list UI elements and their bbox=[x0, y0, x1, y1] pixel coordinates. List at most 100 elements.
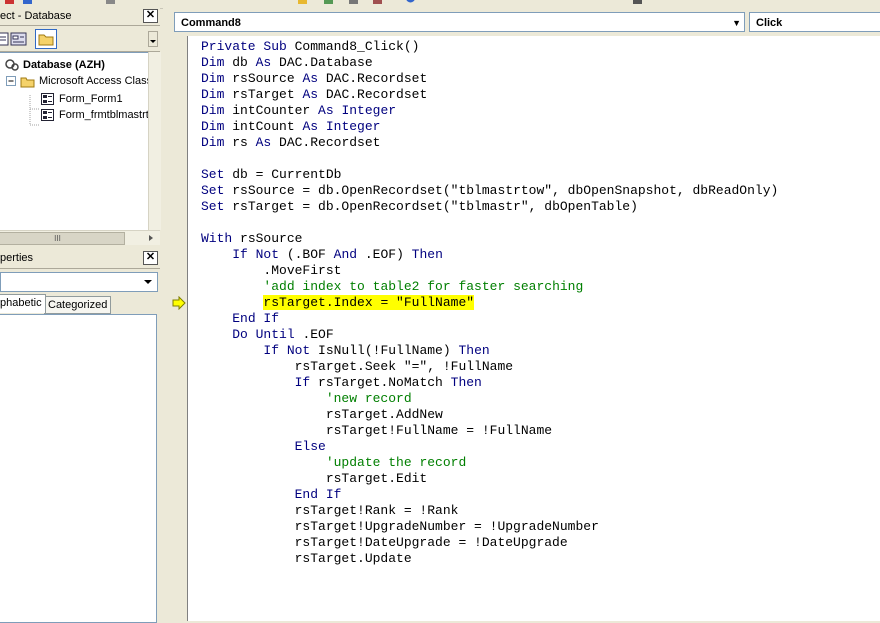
toolbar-button-fragment-icon[interactable] bbox=[22, 0, 33, 6]
code-line[interactable]: rsTarget!FullName = !FullName bbox=[201, 423, 778, 439]
code-line[interactable] bbox=[201, 215, 778, 231]
code-line[interactable]: rsTarget!DateUpgrade = !DateUpgrade bbox=[201, 535, 778, 551]
properties-grid bbox=[0, 314, 157, 623]
code-keyword: Dim bbox=[201, 119, 233, 134]
code-keyword: Private Sub bbox=[201, 39, 295, 54]
code-text: rs bbox=[232, 135, 256, 150]
code-line[interactable]: .MoveFirst bbox=[201, 263, 778, 279]
object-combo[interactable]: Command8 ▼ bbox=[174, 12, 745, 32]
toolbar-overflow-button[interactable] bbox=[148, 31, 158, 47]
tab-categorized[interactable]: Categorized bbox=[44, 296, 112, 314]
code-line[interactable]: Dim rsTarget As DAC.Recordset bbox=[201, 87, 778, 103]
code-keyword: Set bbox=[201, 199, 233, 214]
code-line[interactable]: 'new record bbox=[201, 391, 778, 407]
form-module-icon bbox=[41, 93, 54, 105]
code-keyword: Dim bbox=[201, 71, 233, 86]
tree-item-form1[interactable]: Form_Form1 bbox=[40, 91, 123, 107]
code-line[interactable]: rsTarget.Index = "FullName" bbox=[201, 295, 778, 311]
code-text: rsTarget.Update bbox=[201, 551, 412, 566]
chevron-right-icon[interactable] bbox=[146, 233, 156, 243]
code-current-statement: rsTarget.Index = "FullName" bbox=[263, 295, 475, 310]
toolbar-button-fragment-icon[interactable] bbox=[372, 0, 383, 6]
code-line[interactable]: rsTarget!Rank = !Rank bbox=[201, 503, 778, 519]
code-line[interactable]: 'add index to table2 for faster searchin… bbox=[201, 279, 778, 295]
code-text: DAC.Recordset bbox=[279, 135, 381, 150]
toolbar-button-fragment-icon[interactable] bbox=[632, 0, 643, 6]
code-text: Command8_Click() bbox=[294, 39, 420, 54]
procedure-combo-value: Click bbox=[756, 17, 783, 29]
code-keyword: As bbox=[302, 71, 326, 86]
code-line[interactable]: If Not (.BOF And .EOF) Then bbox=[201, 247, 778, 263]
object-combo-value: Command8 bbox=[181, 17, 241, 29]
database-project-icon bbox=[5, 59, 19, 71]
code-line[interactable]: Dim intCounter As Integer bbox=[201, 103, 778, 119]
code-line[interactable]: rsTarget.Update bbox=[201, 551, 778, 567]
code-keyword: Then bbox=[458, 343, 490, 358]
code-line[interactable] bbox=[201, 151, 778, 167]
project-explorer-title: ect - Database bbox=[0, 10, 72, 22]
tree-root-label: Database (AZH) bbox=[23, 59, 105, 71]
code-keyword: If Not bbox=[263, 343, 319, 358]
code-text: db = CurrentDb bbox=[232, 167, 342, 182]
code-keyword: Dim bbox=[201, 135, 233, 150]
code-line[interactable]: rsTarget.AddNew bbox=[201, 407, 778, 423]
code-keyword: Set bbox=[201, 183, 233, 198]
code-line[interactable]: Set rsSource = db.OpenRecordset("tblmast… bbox=[201, 183, 778, 199]
code-line[interactable]: Dim db As DAC.Database bbox=[201, 55, 778, 71]
code-line[interactable]: Set rsTarget = db.OpenRecordset("tblmast… bbox=[201, 199, 778, 215]
code-keyword: Dim bbox=[201, 103, 233, 118]
code-line[interactable]: rsTarget!UpgradeNumber = !UpgradeNumber bbox=[201, 519, 778, 535]
code-keyword: Dim bbox=[201, 55, 233, 70]
tab-alphabetic[interactable]: phabetic bbox=[0, 294, 46, 313]
code-line[interactable]: If rsTarget.NoMatch Then bbox=[201, 375, 778, 391]
code-text: DAC.Database bbox=[279, 55, 373, 70]
code-line[interactable]: Dim intCount As Integer bbox=[201, 119, 778, 135]
toolbar-button-fragment-icon[interactable] bbox=[297, 0, 308, 6]
toolbar-button-fragment-icon[interactable] bbox=[105, 0, 116, 6]
code-keyword: If bbox=[294, 375, 319, 390]
code-line[interactable]: Set db = CurrentDb bbox=[201, 167, 778, 183]
code-line[interactable]: 'update the record bbox=[201, 455, 778, 471]
view-object-button[interactable] bbox=[9, 30, 29, 48]
code-line[interactable]: With rsSource bbox=[201, 231, 778, 247]
procedure-combo[interactable]: Click bbox=[749, 12, 880, 32]
code-text: .MoveFirst bbox=[201, 263, 342, 278]
code-line[interactable]: End If bbox=[201, 487, 778, 503]
code-margin-indicator-bar[interactable] bbox=[163, 36, 188, 621]
toolbar-button-fragment-icon[interactable] bbox=[4, 0, 15, 6]
code-line[interactable]: Dim rsSource As DAC.Recordset bbox=[201, 71, 778, 87]
project-explorer-close-button[interactable]: ✕ bbox=[143, 9, 158, 23]
code-line[interactable]: Do Until .EOF bbox=[201, 327, 778, 343]
project-tree-horizontal-scrollbar[interactable]: III bbox=[0, 230, 160, 245]
chevron-down-icon[interactable] bbox=[142, 276, 154, 288]
code-line[interactable]: rsTarget.Seek "=", !FullName bbox=[201, 359, 778, 375]
toggle-folders-button[interactable] bbox=[35, 29, 57, 49]
tree-root-database[interactable]: Database (AZH) bbox=[4, 57, 105, 73]
code-keyword: End If bbox=[232, 311, 280, 326]
code-line[interactable]: End If bbox=[201, 311, 778, 327]
code-line[interactable]: rsTarget.Edit bbox=[201, 471, 778, 487]
code-line[interactable]: If Not IsNull(!FullName) Then bbox=[201, 343, 778, 359]
code-text: rsTarget bbox=[232, 87, 303, 102]
tree-item-frmtblmastrto[interactable]: Form_frmtblmastrto bbox=[40, 107, 148, 123]
collapse-minus-icon[interactable] bbox=[5, 75, 17, 87]
project-explorer-pane: ect - Database ✕ Database (AZH) Microsof… bbox=[0, 8, 161, 246]
code-line[interactable]: Dim rs As DAC.Recordset bbox=[201, 135, 778, 151]
toolbar-button-fragment-icon[interactable] bbox=[405, 0, 416, 6]
execution-marker bbox=[172, 295, 186, 311]
properties-close-button[interactable]: ✕ bbox=[143, 251, 158, 265]
code-line[interactable]: Else bbox=[201, 439, 778, 455]
scrollbar-thumb[interactable]: III bbox=[0, 232, 125, 245]
properties-object-combo[interactable] bbox=[0, 272, 158, 292]
code-line[interactable]: Private Sub Command8_Click() bbox=[201, 39, 778, 55]
tree-folder-class-objects[interactable]: Microsoft Access Class O bbox=[5, 73, 148, 89]
project-tree-vertical-scrollbar[interactable] bbox=[148, 52, 161, 230]
code-editor[interactable]: Private Sub Command8_Click() Dim db As DA… bbox=[188, 36, 880, 621]
toolbar-button-fragment-icon[interactable] bbox=[323, 0, 334, 6]
toolbar-button-fragment-icon[interactable] bbox=[348, 0, 359, 6]
chevron-down-icon[interactable]: ▼ bbox=[732, 13, 741, 33]
code-text: rsTarget = db.OpenRecordset("tblmastr", … bbox=[232, 199, 638, 214]
